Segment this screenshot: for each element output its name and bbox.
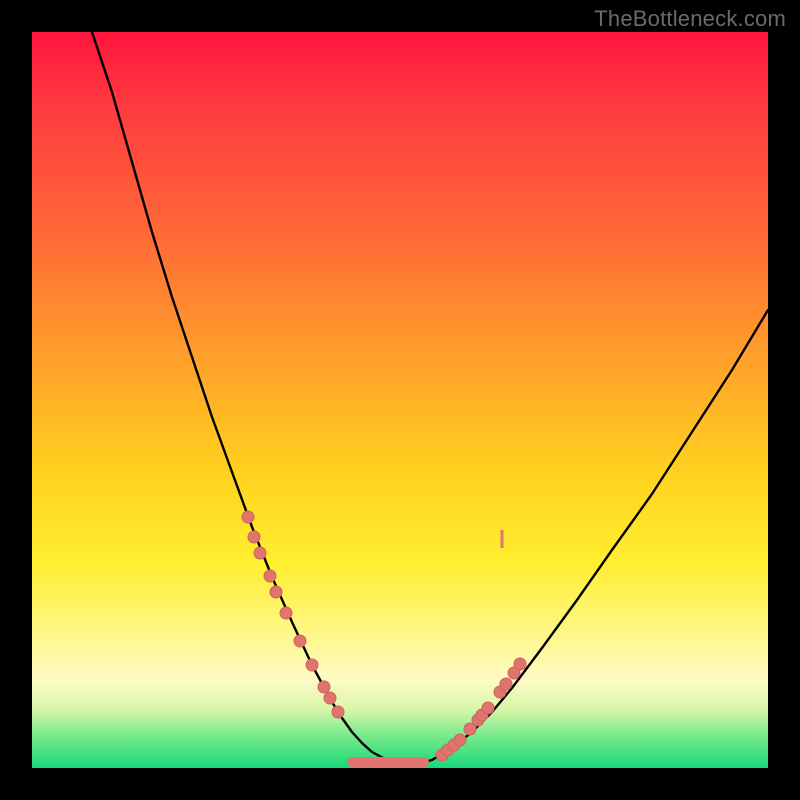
curve-marker — [294, 635, 306, 647]
curve-marker — [482, 702, 494, 714]
curve-marker — [264, 570, 276, 582]
curve-marker — [270, 586, 282, 598]
curve-marker — [242, 511, 254, 523]
curve-marker — [280, 607, 292, 619]
curve-marker — [500, 678, 512, 690]
bottleneck-curve — [92, 32, 768, 764]
curve-marker — [254, 547, 266, 559]
watermark-text: TheBottleneck.com — [594, 6, 786, 32]
curve-marker — [454, 734, 466, 746]
curve-marker — [332, 706, 344, 718]
plot-area — [32, 32, 768, 768]
chart-svg — [32, 32, 768, 768]
curve-marker — [318, 681, 330, 693]
curve-marker — [306, 659, 318, 671]
curve-marker — [324, 692, 336, 704]
chart-frame: TheBottleneck.com — [0, 0, 800, 800]
curve-markers — [242, 511, 526, 761]
curve-marker — [248, 531, 260, 543]
curve-marker — [514, 658, 526, 670]
